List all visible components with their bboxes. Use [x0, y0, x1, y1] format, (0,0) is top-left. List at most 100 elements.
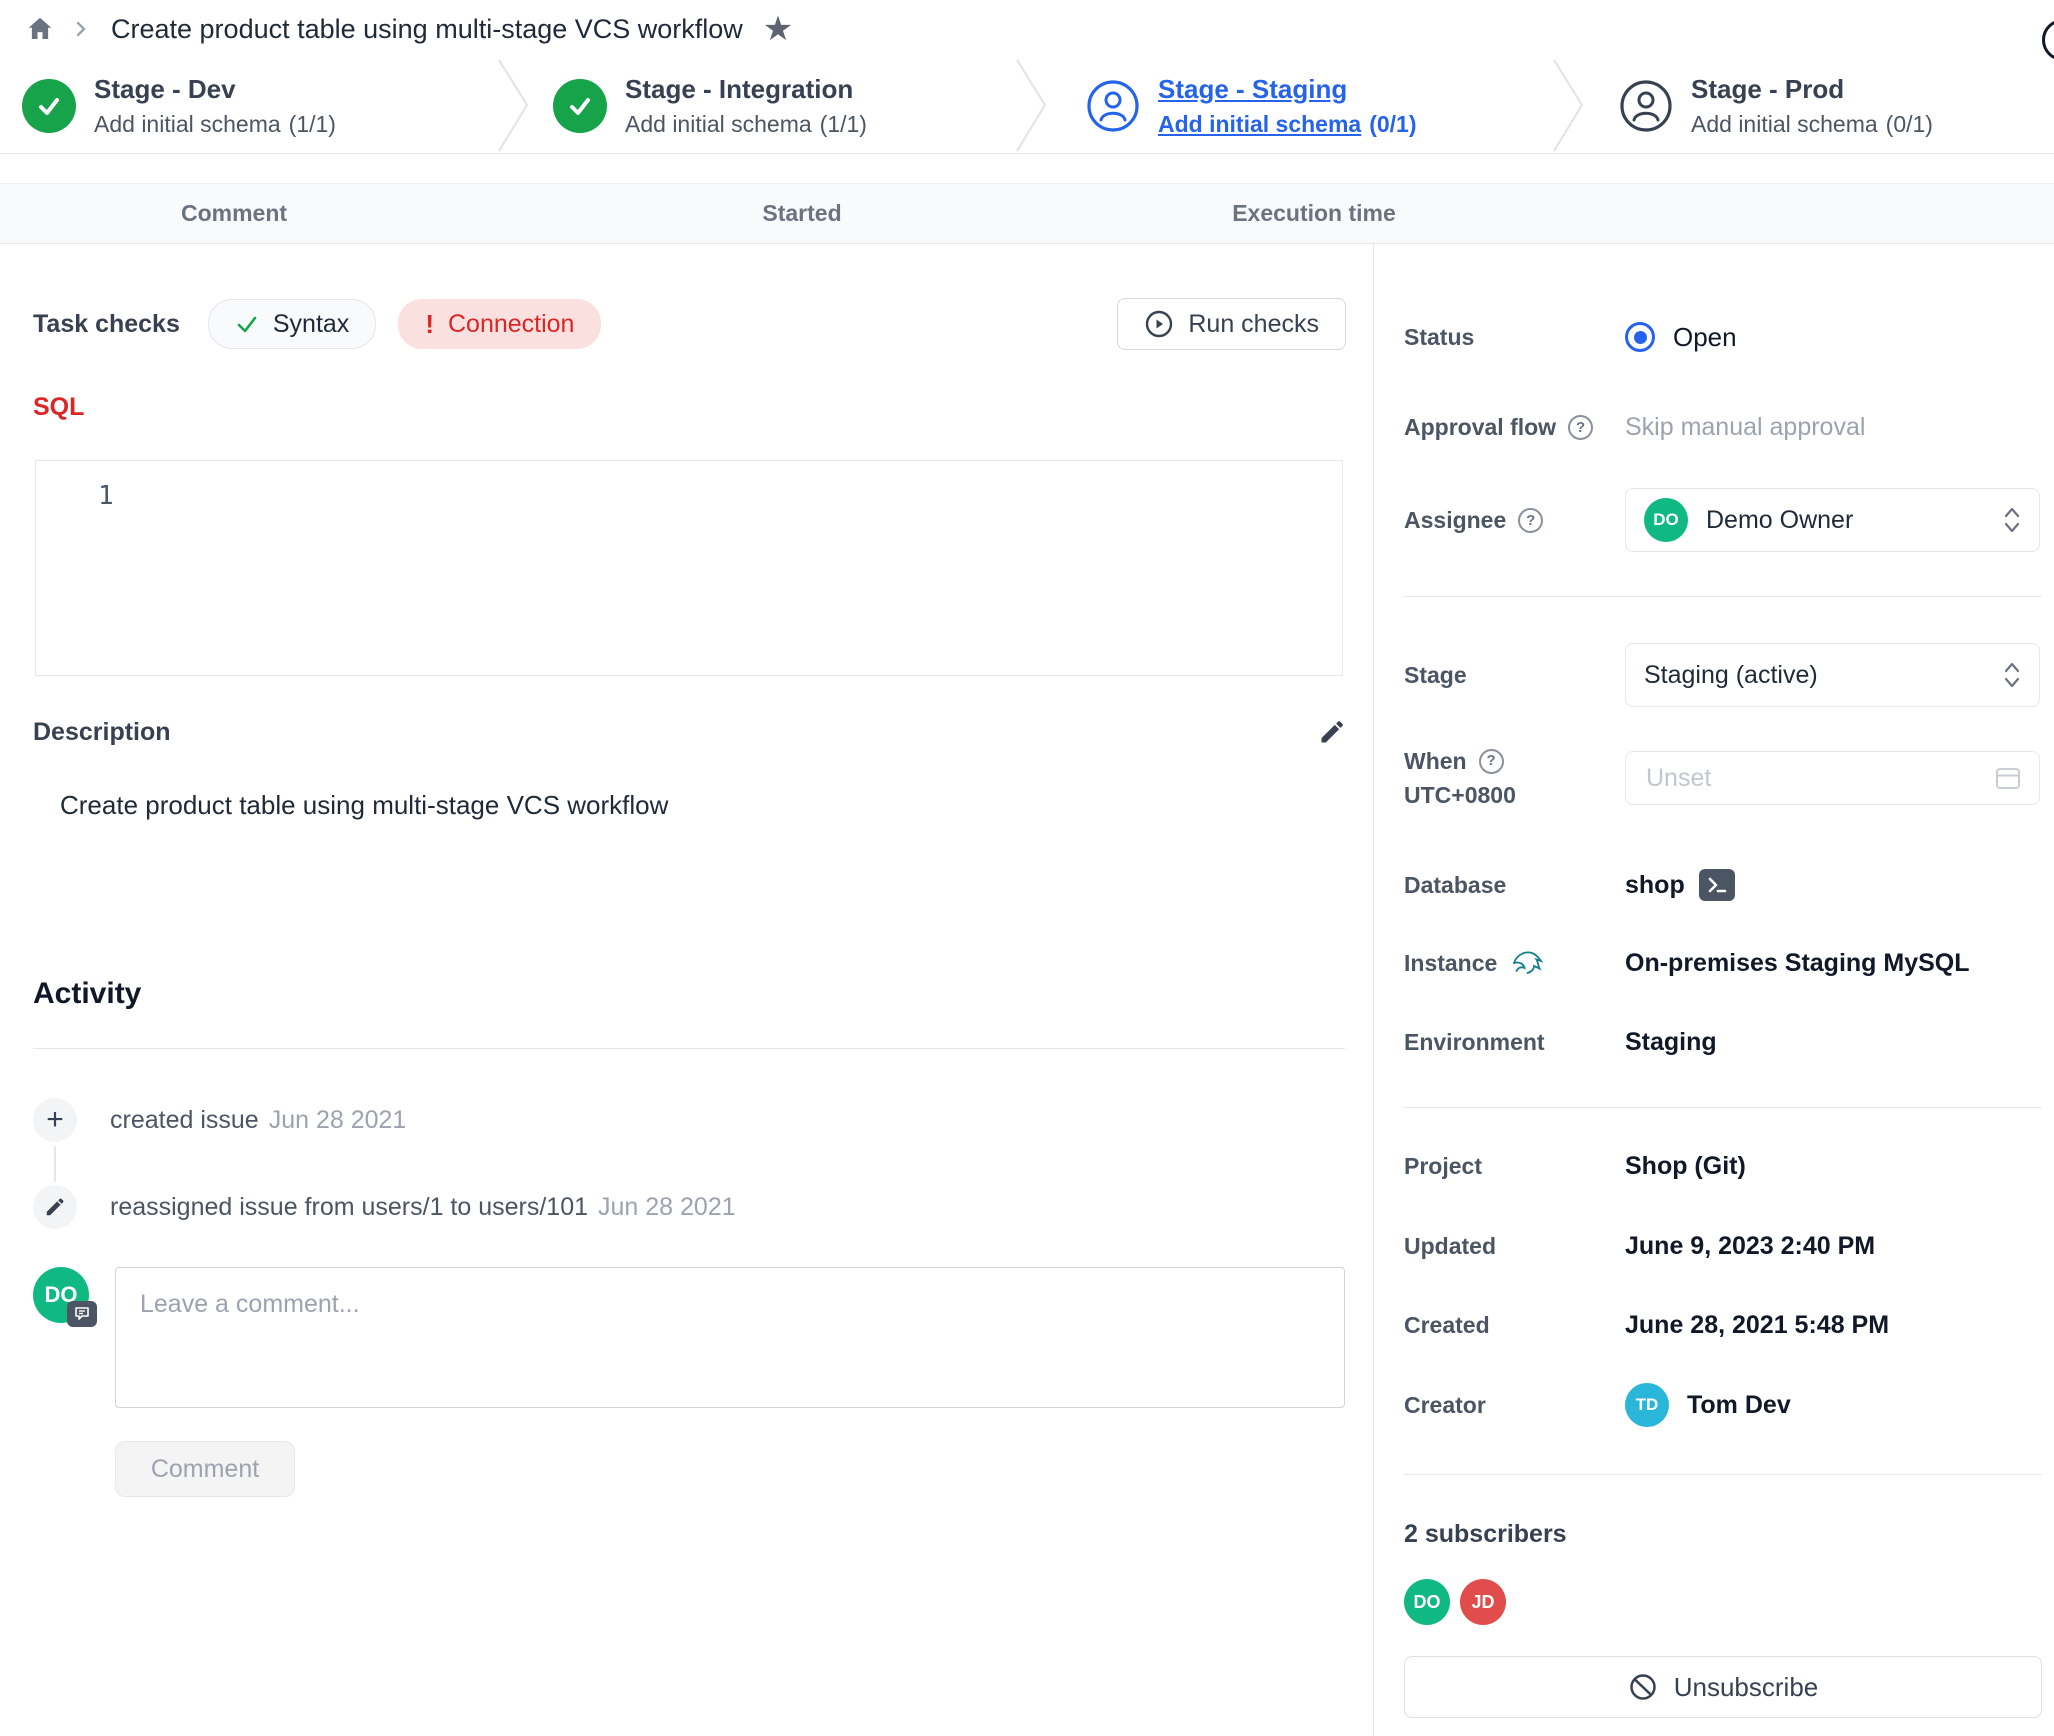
status-label: Status [1404, 324, 1625, 351]
stage-item-dev[interactable]: Stage - Dev Add initial schema (1/1) [22, 58, 336, 153]
sql-editor[interactable]: 1 [35, 460, 1343, 676]
task-checks-row: Task checks Syntax ! Connection Run chec… [33, 298, 1346, 350]
sidebar-divider [1404, 596, 2042, 597]
project-label: Project [1404, 1153, 1625, 1180]
sidebar-row-instance: Instance On-premises Staging MySQL [1404, 943, 2040, 983]
stage-task-label: Add initial schema [94, 111, 281, 137]
plus-icon [33, 1098, 77, 1142]
stage-pipeline: Stage - Dev Add initial schema (1/1) Stag… [0, 58, 2054, 154]
unsubscribe-button[interactable]: Unsubscribe [1404, 1656, 2042, 1718]
approval-flow-value: Skip manual approval [1625, 413, 1865, 442]
stage-done-check-icon [22, 79, 76, 133]
subscribers-heading: 2 subscribers [1404, 1514, 1567, 1554]
stage-separator-chevron [1551, 58, 1587, 153]
issue-sidebar: Status Open Approval flow Skip manual ap… [1374, 242, 2054, 1736]
created-label: Created [1404, 1312, 1625, 1339]
help-icon[interactable] [1518, 508, 1543, 533]
comment-input[interactable] [115, 1267, 1345, 1408]
chevron-right-icon [71, 19, 91, 39]
creator-value: Tom Dev [1687, 1391, 1791, 1420]
stage-task-count: (1/1) [820, 111, 867, 137]
sidebar-row-approval-flow: Approval flow Skip manual approval [1404, 407, 2040, 447]
activity-item-created: created issue Jun 28 2021 [33, 1098, 406, 1142]
stage-pending-person-icon [1619, 79, 1673, 133]
instance-label: Instance [1404, 950, 1497, 977]
favorite-star-icon[interactable]: ★ [763, 12, 793, 46]
stage-done-check-icon [553, 79, 607, 133]
corner-circle-icon[interactable] [2042, 19, 2054, 61]
comment-button[interactable]: Comment [115, 1441, 295, 1497]
task-table-header: Comment Started Execution time [0, 183, 2054, 244]
description-text: Create product table using multi-stage V… [60, 790, 668, 821]
sidebar-row-when: When UTC+0800 Unset [1404, 747, 2040, 809]
stage-title: Stage - Prod [1691, 71, 1933, 107]
check-badge-connection[interactable]: ! Connection [398, 299, 601, 349]
activity-divider [33, 1048, 1345, 1049]
stage-task-count: (1/1) [289, 111, 336, 137]
database-value: shop [1625, 871, 1685, 900]
created-value: June 28, 2021 5:48 PM [1625, 1311, 1889, 1340]
status-value: Open [1673, 322, 1737, 353]
assignee-value: Demo Owner [1706, 506, 1853, 535]
task-checks-label: Task checks [33, 310, 180, 339]
when-label: When [1404, 744, 1467, 778]
sidebar-row-database: Database shop [1404, 865, 2040, 905]
stage-title: Stage - Integration [625, 71, 867, 107]
editor-line-number: 1 [98, 481, 114, 511]
column-header-started: Started [762, 184, 841, 243]
stage-task-link[interactable]: Add initial schema [1158, 111, 1361, 137]
assignee-select[interactable]: DO Demo Owner [1625, 488, 2040, 552]
stage-label: Stage [1404, 662, 1625, 689]
assignee-label: Assignee [1404, 507, 1506, 534]
description-label: Description [33, 718, 171, 747]
activity-text: created issue [110, 1106, 259, 1135]
status-radio-open[interactable] [1625, 322, 1655, 352]
instance-value: On-premises Staging MySQL [1625, 949, 1970, 978]
stage-item-prod[interactable]: Stage - Prod Add initial schema(0/1) [1619, 58, 1933, 153]
column-header-execution-time: Execution time [1232, 184, 1396, 243]
environment-label: Environment [1404, 1029, 1625, 1056]
mysql-dolphin-icon [1509, 947, 1545, 979]
stage-title: Stage - Dev [94, 71, 336, 107]
run-checks-button[interactable]: Run checks [1117, 298, 1346, 350]
select-chevrons-icon [2003, 506, 2021, 534]
unsubscribe-label: Unsubscribe [1674, 1672, 1819, 1703]
breadcrumb: Create product table using multi-stage V… [0, 0, 2054, 58]
check-badge-syntax[interactable]: Syntax [208, 299, 376, 349]
issue-main: Task checks Syntax ! Connection Run chec… [0, 242, 1374, 1736]
stage-task-count: (0/1) [1369, 111, 1416, 137]
sidebar-row-project: Project Shop (Git) [1404, 1146, 2040, 1186]
help-icon[interactable] [1568, 415, 1593, 440]
pencil-icon [1318, 718, 1346, 746]
page-title: Create product table using multi-stage V… [111, 14, 743, 45]
when-datetime-input[interactable]: Unset [1625, 751, 2040, 805]
sql-section-label: SQL [33, 393, 84, 422]
help-icon[interactable] [1479, 749, 1504, 774]
avatar: DO [1644, 498, 1688, 542]
comment-bubble-icon [67, 1301, 97, 1327]
prohibited-icon [1628, 1672, 1658, 1702]
stage-select[interactable]: Staging (active) [1625, 643, 2040, 707]
stage-task-count: (0/1) [1886, 111, 1933, 137]
database-label: Database [1404, 872, 1625, 899]
when-timezone: UTC+0800 [1404, 782, 1516, 808]
avatar: DO [33, 1267, 89, 1323]
check-badge-label: Syntax [273, 310, 349, 339]
stage-item-integration[interactable]: Stage - Integration Add initial schema(1… [553, 58, 867, 153]
activity-item-reassigned: reassigned issue from users/1 to users/1… [33, 1185, 736, 1229]
activity-date: Jun 28 2021 [598, 1193, 736, 1222]
home-icon[interactable] [25, 14, 55, 44]
stage-title: Stage - Staging [1158, 71, 1417, 107]
avatar: DO [1404, 1579, 1450, 1625]
activity-date: Jun 28 2021 [269, 1106, 407, 1135]
description-header: Description [33, 712, 1346, 752]
sql-terminal-icon[interactable] [1699, 869, 1735, 901]
sidebar-row-created: Created June 28, 2021 5:48 PM [1404, 1305, 2040, 1345]
stage-item-staging-active[interactable]: Stage - Staging Add initial schema (0/1) [1086, 58, 1417, 153]
subscribers-avatars: DO JD [1404, 1579, 1506, 1625]
warning-icon: ! [425, 309, 434, 340]
calendar-icon [1993, 763, 2023, 793]
environment-value: Staging [1625, 1028, 1717, 1057]
stage-value: Staging (active) [1644, 661, 1818, 690]
edit-description-button[interactable] [1318, 718, 1346, 746]
